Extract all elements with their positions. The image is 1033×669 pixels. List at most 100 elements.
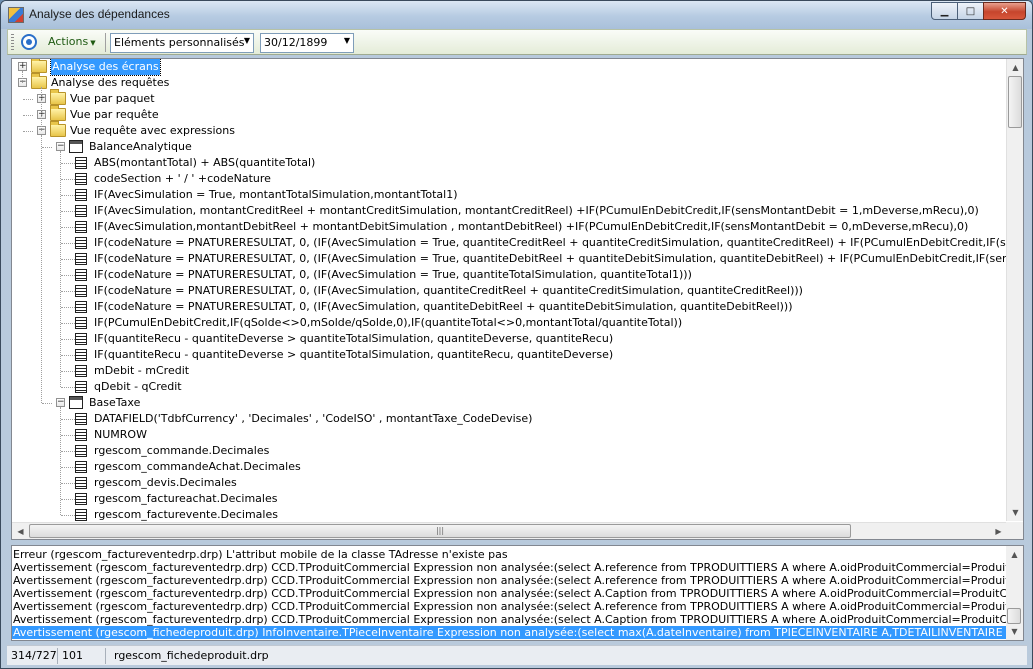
actions-menu-button[interactable]: Actions ▼ xyxy=(48,35,96,48)
scroll-down-icon[interactable]: ▼ xyxy=(1006,623,1023,640)
close-button[interactable]: ✕ xyxy=(983,2,1026,20)
tree-expression-node[interactable]: IF(codeNature = PNATURERESULTAT, 0, (IF(… xyxy=(12,251,1007,267)
tree-vertical-scrollbar[interactable]: ▲ ▼ xyxy=(1006,59,1023,521)
tree-node-label[interactable]: IF(codeNature = PNATURERESULTAT, 0, (IF(… xyxy=(94,299,793,315)
dependency-tree[interactable]: + Analyse des écrans − Analyse des requêtes… xyxy=(11,58,1024,540)
dropdown-arrow-icon[interactable]: ▼ xyxy=(244,36,250,45)
tree-node-label[interactable]: IF(quantiteRecu - quantiteDeverse > quan… xyxy=(94,347,613,363)
tree-node-label[interactable]: IF(AvecSimulation = True, montantTotalSi… xyxy=(94,187,458,203)
dropdown-arrow-icon[interactable]: ▼ xyxy=(344,36,350,45)
log-entry[interactable]: Avertissement (rgescom_factureventedrp.d… xyxy=(12,613,1007,626)
tree-guide-line xyxy=(41,135,42,403)
log-entry[interactable]: Avertissement (rgescom_factureventedrp.d… xyxy=(12,574,1007,587)
tree-node-label[interactable]: IF(codeNature = PNATURERESULTAT, 0, (IF(… xyxy=(94,235,1007,251)
scroll-left-icon[interactable]: ◀ xyxy=(12,523,29,540)
element-type-combo[interactable]: Eléments personnalisés ▼ xyxy=(110,33,254,53)
toolbar-grip[interactable] xyxy=(11,34,14,50)
expression-icon xyxy=(75,205,87,217)
tree-expression-node[interactable]: codeSection + ' / ' +codeNature xyxy=(12,171,1007,187)
tree-node-label[interactable]: rgescom_devis.Decimales xyxy=(94,475,237,491)
log-entry[interactable]: Avertissement (rgescom_factureventedrp.d… xyxy=(12,600,1007,613)
tree-node-label[interactable]: mDebit - mCredit xyxy=(94,363,189,379)
scroll-up-icon[interactable]: ▲ xyxy=(1006,546,1023,563)
tree-node-label[interactable]: Analyse des écrans xyxy=(50,59,161,76)
tree-expression-node[interactable]: IF(codeNature = PNATURERESULTAT, 0, (IF(… xyxy=(12,283,1007,299)
tree-node-label[interactable]: ABS(montantTotal) + ABS(quantiteTotal) xyxy=(94,155,315,171)
tree-expression-node[interactable]: IF(codeNature = PNATURERESULTAT, 0, (IF(… xyxy=(12,235,1007,251)
tree-folder-node[interactable]: − Vue requête avec expressions xyxy=(12,121,1007,139)
scroll-down-icon[interactable]: ▼ xyxy=(1007,504,1024,521)
tree-expression-node[interactable]: DATAFIELD('TdbfCurrency' , 'Decimales' ,… xyxy=(12,411,1007,427)
tree-table-node[interactable]: − BaseTaxe xyxy=(12,395,1007,411)
tree-folder-node[interactable]: − Analyse des requêtes xyxy=(12,73,1007,91)
tree-folder-node[interactable]: + Vue par paquet xyxy=(12,89,1007,107)
tree-node-label[interactable]: Vue requête avec expressions xyxy=(70,123,235,139)
status-separator xyxy=(57,648,58,664)
tree-node-label[interactable]: Analyse des requêtes xyxy=(51,75,169,91)
message-log[interactable]: Erreur (rgescom_factureventedrp.drp) L'a… xyxy=(11,545,1024,641)
tree-expression-node[interactable]: rgescom_facturevente.Decimales xyxy=(12,507,1007,521)
tree-node-label[interactable]: IF(codeNature = PNATURERESULTAT, 0, (IF(… xyxy=(94,251,1007,267)
tree-expression-node[interactable]: rgescom_commande.Decimales xyxy=(12,443,1007,459)
scroll-right-icon[interactable]: ▶ xyxy=(990,523,1007,540)
tree-node-label[interactable]: Vue par paquet xyxy=(70,91,155,107)
tree-node-label[interactable]: rgescom_commande.Decimales xyxy=(94,443,269,459)
tree-expression-node[interactable]: IF(AvecSimulation,montantDebitReel + mon… xyxy=(12,219,1007,235)
log-vertical-scrollbar[interactable]: ▲ ▼ xyxy=(1006,546,1023,640)
tree-node-label[interactable]: rgescom_facturevente.Decimales xyxy=(94,507,278,521)
tree-node-label[interactable]: BalanceAnalytique xyxy=(89,139,192,155)
tree-expression-node[interactable]: IF(codeNature = PNATURERESULTAT, 0, (IF(… xyxy=(12,299,1007,315)
tree-node-label[interactable]: qDebit - qCredit xyxy=(94,379,182,395)
log-vscroll-thumb[interactable] xyxy=(1007,608,1021,624)
tree-expression-node[interactable]: ABS(montantTotal) + ABS(quantiteTotal) xyxy=(12,155,1007,171)
tree-table-node[interactable]: − BalanceAnalytique xyxy=(12,139,1007,155)
tree-expression-node[interactable]: qDebit - qCredit xyxy=(12,379,1007,395)
collapse-icon[interactable]: − xyxy=(56,398,65,407)
tree-node-label[interactable]: IF(codeNature = PNATURERESULTAT, 0, (IF(… xyxy=(94,267,692,283)
tree-expression-node[interactable]: rgescom_factureachat.Decimales xyxy=(12,491,1007,507)
collapse-icon[interactable]: − xyxy=(56,142,65,151)
tree-node-label[interactable]: IF(codeNature = PNATURERESULTAT, 0, (IF(… xyxy=(94,283,803,299)
expression-icon xyxy=(75,349,87,361)
tree-node-label[interactable]: BaseTaxe xyxy=(89,395,140,411)
log-entry[interactable]: Avertissement (rgescom_factureventedrp.d… xyxy=(12,561,1007,574)
tree-node-label[interactable]: rgescom_factureachat.Decimales xyxy=(94,491,277,507)
tree-node-label[interactable]: IF(quantiteRecu - quantiteDeverse > quan… xyxy=(94,331,613,347)
expand-icon[interactable]: + xyxy=(18,62,27,71)
log-entry[interactable]: Avertissement (rgescom_fichedeproduit.dr… xyxy=(12,626,1007,639)
log-entry[interactable]: Avertissement (rgescom_factureventedrp.d… xyxy=(12,587,1007,600)
scroll-up-icon[interactable]: ▲ xyxy=(1007,59,1024,76)
maximize-button[interactable]: □ xyxy=(957,2,984,20)
tree-expression-node[interactable]: mDebit - mCredit xyxy=(12,363,1007,379)
minimize-button[interactable]: ▁ xyxy=(931,2,958,20)
tree-expression-node[interactable]: rgescom_commandeAchat.Decimales xyxy=(12,459,1007,475)
tree-hscroll-thumb[interactable]: ||| xyxy=(29,524,851,538)
expression-icon xyxy=(75,493,87,505)
tree-node-label[interactable]: rgescom_commandeAchat.Decimales xyxy=(94,459,301,475)
tree-expression-node[interactable]: IF(codeNature = PNATURERESULTAT, 0, (IF(… xyxy=(12,267,1007,283)
target-icon[interactable] xyxy=(21,34,37,50)
tree-node-label[interactable]: Vue par requête xyxy=(70,107,159,123)
tree-node-label[interactable]: IF(PCumulEnDebitCredit,IF(qSolde<>0,mSol… xyxy=(94,315,682,331)
tree-vscroll-thumb[interactable] xyxy=(1008,76,1022,128)
tree-folder-node[interactable]: + Analyse des écrans xyxy=(12,59,1007,76)
tree-horizontal-scrollbar[interactable]: ◀ ||| ▶ xyxy=(12,522,1007,539)
tree-node-label[interactable]: NUMROW xyxy=(94,427,147,443)
tree-node-label[interactable]: IF(AvecSimulation,montantDebitReel + mon… xyxy=(94,219,968,235)
date-combo[interactable]: 30/12/1899 ▼ xyxy=(260,33,354,53)
title-bar[interactable]: Analyse des dépendances ▁ □ ✕ xyxy=(1,1,1032,29)
tree-expression-node[interactable]: IF(AvecSimulation = True, montantTotalSi… xyxy=(12,187,1007,203)
main-window: Analyse des dépendances ▁ □ ✕ Actions ▼ E… xyxy=(0,0,1033,669)
tree-expression-node[interactable]: IF(quantiteRecu - quantiteDeverse > quan… xyxy=(12,347,1007,363)
tree-node-label[interactable]: IF(AvecSimulation, montantCreditReel + m… xyxy=(94,203,979,219)
tree-folder-node[interactable]: + Vue par requête xyxy=(12,105,1007,123)
actions-label: Actions xyxy=(48,35,89,48)
tree-expression-node[interactable]: IF(quantiteRecu - quantiteDeverse > quan… xyxy=(12,331,1007,347)
tree-expression-node[interactable]: rgescom_devis.Decimales xyxy=(12,475,1007,491)
tree-expression-node[interactable]: IF(PCumulEnDebitCredit,IF(qSolde<>0,mSol… xyxy=(12,315,1007,331)
tree-node-label[interactable]: DATAFIELD('TdbfCurrency' , 'Decimales' ,… xyxy=(94,411,532,427)
tree-expression-node[interactable]: NUMROW xyxy=(12,427,1007,443)
tree-node-label[interactable]: codeSection + ' / ' +codeNature xyxy=(94,171,271,187)
log-entry[interactable]: Erreur (rgescom_factureventedrp.drp) L'a… xyxy=(12,548,1007,561)
tree-expression-node[interactable]: IF(AvecSimulation, montantCreditReel + m… xyxy=(12,203,1007,219)
